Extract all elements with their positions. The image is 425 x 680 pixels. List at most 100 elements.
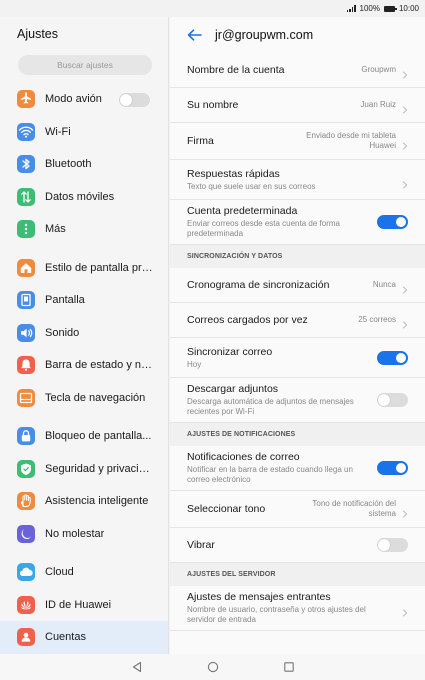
sidebar-item-cloud[interactable]: Cloud <box>0 556 168 589</box>
sidebar-item-cuentas[interactable]: Cuentas <box>0 621 168 654</box>
setting-title: Sincronizar correo <box>187 345 273 358</box>
lock-icon <box>17 427 35 446</box>
setting-title: Descargar adjuntos <box>187 383 279 396</box>
sidebar-item-label: Modo avión <box>45 93 102 106</box>
section-header: AJUSTES DE NOTIFICACIONES <box>170 423 425 446</box>
sidebar-item-tecla-de-navegación[interactable]: Tecla de navegación <box>0 382 168 415</box>
sidebar-item-no-molestar[interactable]: No molestar <box>0 518 168 551</box>
sidebar-item-seguridad-y-privacid[interactable]: Seguridad y privacid... <box>0 453 168 486</box>
huawei-icon <box>17 595 35 614</box>
setting-text: Su nombre <box>187 99 360 111</box>
signal-icon <box>346 5 356 12</box>
hand-icon <box>17 492 35 511</box>
setting-cronograma-de-sincronizacion[interactable]: Cronograma de sincronización Nunca <box>170 268 425 303</box>
chevron-right-icon <box>402 604 408 617</box>
sidebar-item-label: Asistencia inteligente <box>45 495 149 508</box>
sidebar-item-más[interactable]: Más <box>0 213 168 246</box>
setting-notificaciones-de-correo[interactable]: Notificaciones de correo Notificar en la … <box>170 446 425 491</box>
back-arrow-icon[interactable] <box>187 27 203 43</box>
sidebar-item-wi-fi[interactable]: Wi-Fi <box>0 116 168 149</box>
navigation-bar <box>0 654 425 680</box>
sidebar-item-label: Wi-Fi <box>45 125 71 138</box>
setting-title: Su nombre <box>187 99 239 111</box>
sidebar-item-id-de-huawei[interactable]: ID de Huawei <box>0 589 168 622</box>
navigation-key-icon <box>17 388 35 407</box>
sidebar-item-modo-avión[interactable]: Modo avión <box>0 83 168 116</box>
panel-header: jr@groupwm.com <box>170 17 425 53</box>
vibrar-toggle[interactable] <box>377 538 408 552</box>
notificaciones-de-correo-toggle[interactable] <box>377 461 408 475</box>
sidebar-item-asistencia-inteligente[interactable]: Asistencia inteligente <box>0 485 168 518</box>
display-icon <box>17 291 35 310</box>
setting-text: Descargar adjuntos Descarga automática de… <box>187 383 377 416</box>
search-input[interactable]: Buscar ajustes <box>18 55 152 75</box>
sidebar-item-bluetooth[interactable]: Bluetooth <box>0 148 168 181</box>
sidebar-item-label: Estilo de pantalla pri... <box>45 261 153 274</box>
setting-cuenta-predeterminada[interactable]: Cuenta predeterminada Enviar correos desd… <box>170 200 425 245</box>
setting-ajustes-de-mensajes-entrantes[interactable]: Ajustes de mensajes entrantes Nombre de u… <box>170 586 425 631</box>
setting-text: Firma <box>187 135 296 147</box>
chevron-right-icon <box>402 316 408 329</box>
airplane-mode-toggle[interactable] <box>119 93 150 107</box>
wifi-icon <box>17 122 35 141</box>
sidebar-item-barra-de-estado-y-no[interactable]: Barra de estado y no... <box>0 349 168 382</box>
chevron-right-icon <box>402 137 408 150</box>
setting-vibrar[interactable]: Vibrar <box>170 528 425 563</box>
setting-title: Ajustes de mensajes entrantes <box>187 591 331 604</box>
home-nav-icon[interactable] <box>206 660 220 674</box>
account-icon <box>17 628 35 647</box>
sidebar-title: Ajustes <box>17 27 58 41</box>
setting-value: Groupwm <box>361 65 396 75</box>
setting-title: Firma <box>187 135 214 147</box>
setting-title: Nombre de la cuenta <box>187 64 285 76</box>
sidebar-item-estilo-de-pantalla-pri[interactable]: Estilo de pantalla pri... <box>0 252 168 285</box>
sidebar-item-label: Seguridad y privacid... <box>45 462 153 475</box>
back-nav-icon[interactable] <box>130 660 144 674</box>
notification-icon <box>17 356 35 375</box>
search-placeholder: Buscar ajustes <box>57 60 113 70</box>
sidebar-list: Modo avión Wi-Fi Bluetooth Datos móviles Más… <box>0 83 168 654</box>
cuenta-predeterminada-toggle[interactable] <box>377 215 408 229</box>
section-header: SINCRONIZACIÓN Y DATOS <box>170 245 425 268</box>
setting-seleccionar-tono[interactable]: Seleccionar tono Tono de notificación del… <box>170 491 425 528</box>
setting-sincronizar-correo[interactable]: Sincronizar correo Hoy <box>170 338 425 378</box>
chevron-right-icon <box>402 281 408 294</box>
recents-nav-icon[interactable] <box>282 660 296 674</box>
setting-value: 25 correos <box>358 315 396 325</box>
sidebar-item-bloqueo-de-pantalla[interactable]: Bloqueo de pantalla... <box>0 420 168 453</box>
more-icon <box>17 220 35 239</box>
sidebar-group: Modo avión Wi-Fi Bluetooth Datos móviles Más <box>0 83 168 246</box>
setting-subtitle: Enviar correos desde esta cuenta de form… <box>187 219 340 238</box>
setting-text: Notificaciones de correo Notificar en la … <box>187 451 377 484</box>
setting-title: Seleccionar tono <box>187 503 266 515</box>
setting-value: Nunca <box>372 280 396 290</box>
setting-value: Tono de notificación del sistema <box>312 499 396 518</box>
setting-descargar-adjuntos[interactable]: Descargar adjuntos Descarga automática de… <box>170 378 425 423</box>
setting-title: Cronograma de sincronización <box>187 279 330 291</box>
setting-title: Notificaciones de correo <box>187 451 300 464</box>
sidebar-item-sonido[interactable]: Sonido <box>0 317 168 350</box>
setting-text: Cuenta predeterminada Enviar correos desd… <box>187 205 377 238</box>
sincronizar-correo-toggle[interactable] <box>377 350 408 365</box>
mobile-data-icon <box>17 187 35 206</box>
setting-nombre-de-la-cuenta[interactable]: Nombre de la cuenta Groupwm <box>170 53 425 88</box>
airplane-icon <box>17 90 35 109</box>
descargar-adjuntos-toggle[interactable] <box>377 393 408 407</box>
settings-sidebar: Ajustes Buscar ajustes Modo avión Wi-Fi Bl… <box>0 17 169 654</box>
sidebar-item-datos-móviles[interactable]: Datos móviles <box>0 181 168 214</box>
status-bar: 100% 10:00 <box>0 0 425 17</box>
setting-su-nombre[interactable]: Su nombre Juan Ruiz <box>170 88 425 123</box>
sidebar-item-label: Datos móviles <box>45 190 115 203</box>
setting-firma[interactable]: Firma Enviado desde mi tableta Huawei <box>170 123 425 160</box>
setting-subtitle: Nombre de usuario, contraseña y otros aj… <box>187 605 366 624</box>
setting-respuestas-rapidas[interactable]: Respuestas rápidas Texto que suele usar e… <box>170 160 425 200</box>
setting-text: Vibrar <box>187 539 377 551</box>
chevron-right-icon <box>402 505 408 518</box>
setting-text: Cronograma de sincronización <box>187 279 373 291</box>
sidebar-item-label: Pantalla <box>45 294 85 307</box>
sidebar-item-label: ID de Huawei <box>45 598 112 611</box>
setting-correos-cargados-por-vez[interactable]: Correos cargados por vez 25 correos <box>170 303 425 338</box>
sidebar-item-label: Tecla de navegación <box>45 391 146 404</box>
sidebar-item-pantalla[interactable]: Pantalla <box>0 284 168 317</box>
bluetooth-icon <box>17 155 35 174</box>
